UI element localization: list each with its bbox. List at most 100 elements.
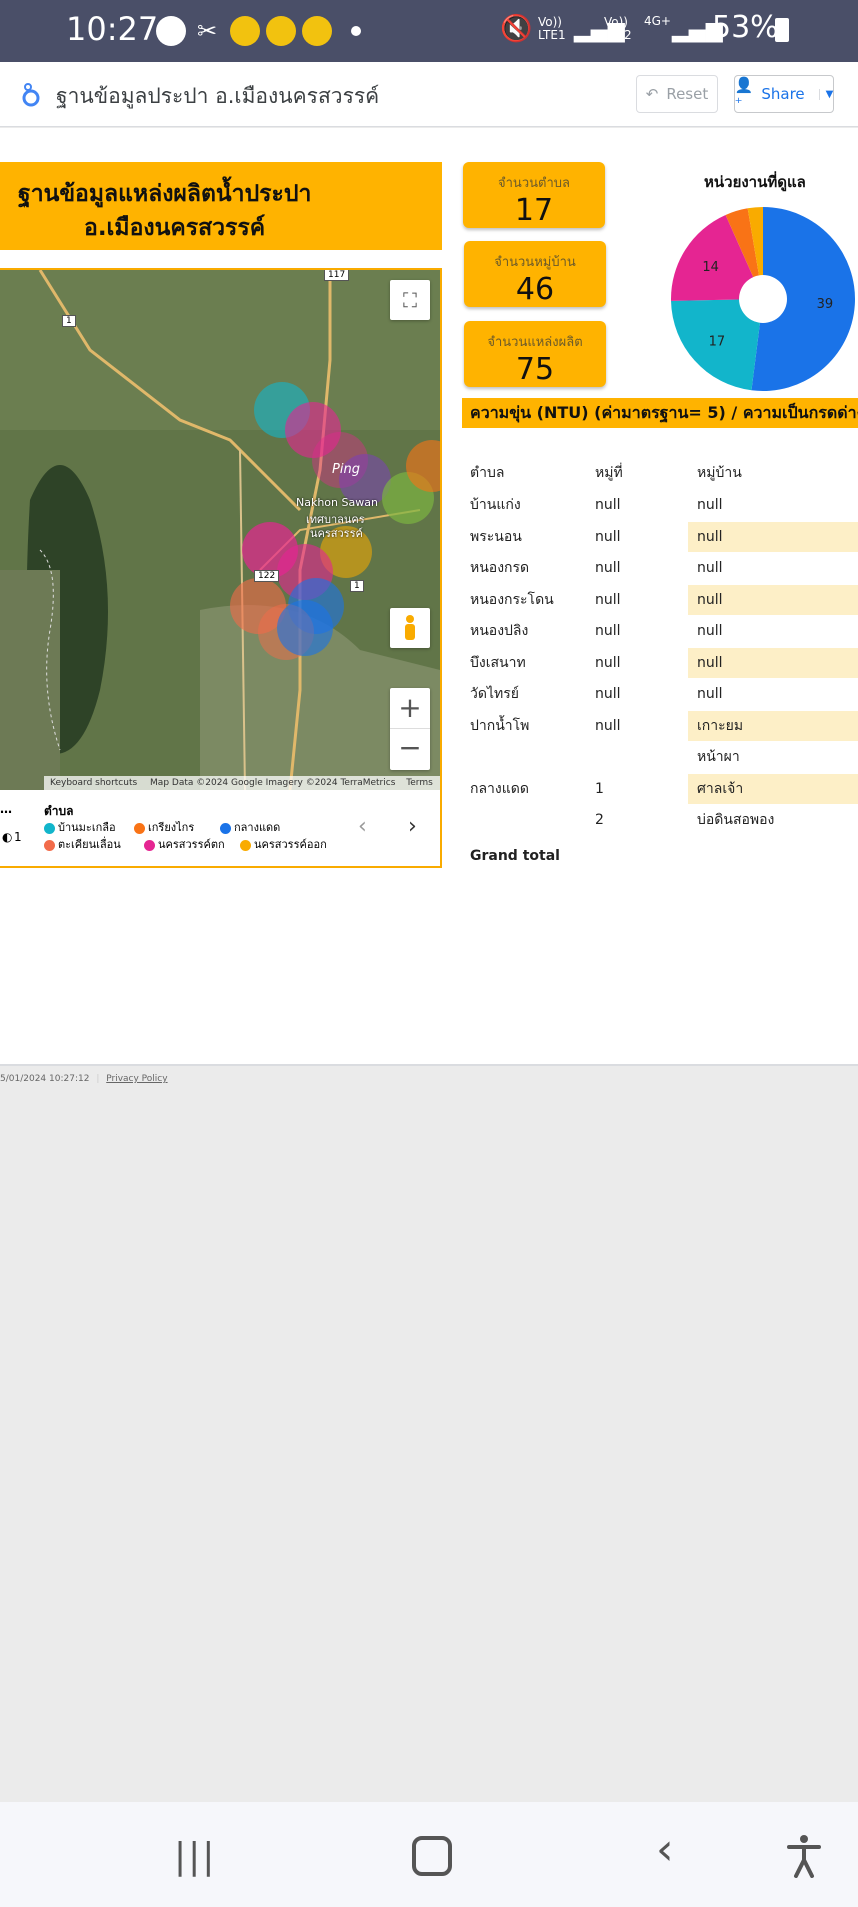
reset-button[interactable]: ↶ Reset	[636, 75, 718, 113]
table-cell: 2	[595, 812, 604, 828]
table-cell: null	[697, 528, 723, 545]
legend-swatch	[144, 839, 155, 851]
clock: 10:27	[66, 10, 159, 48]
satellite-map[interactable]: 117 1 1 122 Ping Nakhon Sawan เทศบาลนคร …	[0, 270, 440, 790]
app-header: ฐานข้อมูลประปา อ.เมืองนครสวรรค์ ↶ Reset …	[0, 62, 858, 127]
city-label: Nakhon Sawan	[296, 496, 378, 509]
legend-label: กลางแดด	[234, 821, 281, 834]
more-notifications-dot	[351, 26, 361, 36]
kpi-label: จำนวนตำบล	[498, 176, 570, 191]
table-cell: null	[697, 686, 723, 702]
krungsri-icon	[230, 16, 260, 46]
legend-truncated-title: …	[0, 802, 12, 816]
share-label: Share	[761, 85, 805, 103]
grand-total-label: Grand total	[470, 847, 560, 864]
agency-pie-chart[interactable]: 39 17 14	[668, 204, 858, 394]
last-updated: 5/01/2024 10:27:12	[0, 1074, 90, 1084]
legend-prev-icon[interactable]: ‹	[358, 814, 367, 839]
zoom-in-icon[interactable]: +	[390, 688, 430, 729]
map-terrain	[0, 270, 440, 790]
map-credits: Keyboard shortcuts Map Data ©2024 Google…	[44, 776, 440, 790]
legend-item[interactable]: บ้านมะเกลือ	[44, 818, 116, 836]
pie-hole	[739, 275, 787, 323]
legend-item[interactable]: นครสวรรค์ตก	[144, 835, 225, 853]
pie-data-label: 17	[709, 334, 726, 349]
legend-swatch	[44, 839, 55, 851]
report-canvas: ฐานข้อมูลแหล่งผลิตน้ำประปา อ.เมืองนครสวร…	[0, 128, 858, 1084]
table-cell: null	[595, 654, 621, 671]
kpi-tambon-count: จำนวนตำบล 17	[463, 162, 605, 228]
table-cell: ศาลเจ้า	[697, 780, 744, 797]
legend-swatch	[220, 822, 231, 834]
village-table[interactable]: ตำบล หมู่ที่ หมู่บ้าน บ้านแก่ง null null พร…	[462, 458, 858, 864]
legend-label: นครสวรรค์ตก	[158, 838, 225, 851]
share-button[interactable]: 👤⁺ Share ▼	[734, 75, 834, 113]
legend-swatch	[134, 822, 145, 834]
column-header[interactable]: หมู่บ้าน	[697, 458, 742, 488]
table-cell: กลางแดด	[470, 780, 529, 797]
sim1-label: Vo)) LTE1	[538, 15, 566, 42]
table-cell: บ่อดินสอพอง	[697, 812, 775, 828]
table-cell: null	[595, 623, 621, 639]
legend-label: นครสวรรค์ออก	[254, 838, 327, 851]
table-cell: null	[595, 686, 621, 702]
city-label-th: นครสวรรค์	[310, 527, 363, 540]
report-title: ฐานข้อมูลประปา อ.เมืองนครสวรรค์	[56, 84, 380, 108]
legend-next-icon[interactable]: ›	[408, 814, 417, 839]
accessibility-icon[interactable]	[786, 1834, 822, 1878]
legend-item[interactable]: เกรียงไกร	[134, 818, 194, 836]
home-icon[interactable]	[412, 1836, 452, 1876]
keyboard-shortcuts-link[interactable]: Keyboard shortcuts	[50, 778, 137, 788]
mute-icon: 🔇	[500, 14, 533, 44]
recent-apps-icon[interactable]: |||	[174, 1836, 216, 1877]
table-cell: null	[697, 623, 723, 639]
table-cell: บ้านแก่ง	[470, 497, 521, 513]
line-app-icon	[156, 16, 186, 46]
pegman-icon[interactable]	[390, 608, 430, 648]
heading-line-1: ฐานข้อมูลแหล่งผลิตน้ำประปา	[18, 181, 312, 207]
table-cell: หน้าผา	[697, 749, 740, 765]
undo-icon: ↶	[645, 85, 659, 103]
reset-label: Reset	[666, 85, 709, 103]
zoom-out-icon[interactable]: −	[390, 729, 430, 769]
table-cell: null	[595, 717, 621, 734]
kpi-value: 17	[514, 193, 554, 228]
legend-item[interactable]: นครสวรรค์ออก	[240, 835, 327, 853]
table-cell: เกาะยม	[697, 717, 744, 734]
heading-line-2: อ.เมืองนครสวรรค์	[84, 215, 266, 241]
table-cell: หนองกระโดน	[470, 591, 554, 608]
table-cell: ปากน้ำโพ	[470, 717, 530, 734]
table-cell: null	[595, 528, 621, 545]
river-label: Ping	[332, 462, 360, 477]
table-cell: null	[697, 560, 723, 576]
kpi-value: 75	[515, 352, 555, 387]
fullscreen-icon[interactable]: ⛶	[390, 280, 430, 320]
column-header[interactable]: หมู่ที่	[595, 458, 623, 488]
legend-item[interactable]: กลางแดด	[220, 818, 280, 836]
legend-label: บ้านมะเกลือ	[58, 821, 116, 834]
column-header[interactable]: ตำบล	[470, 458, 504, 488]
table-cell: หนองปลิง	[470, 623, 529, 639]
back-icon[interactable]: ‹	[656, 1824, 674, 1875]
legend-swatch	[44, 822, 55, 834]
legend-item[interactable]: ตะเคียนเลื่อน	[44, 835, 121, 853]
legend-label: ตะเคียนเลื่อน	[58, 838, 121, 851]
kpi-label: จำนวนหมู่บ้าน	[494, 255, 576, 270]
krungsri-icon	[266, 16, 296, 46]
kpi-label: จำนวนแหล่งผลิต	[487, 335, 583, 350]
table-cell: null	[595, 497, 621, 513]
table-cell: บึงเสนาท	[470, 654, 526, 671]
zoom-controls: + −	[390, 688, 430, 770]
chevron-down-icon[interactable]: ▼	[818, 88, 833, 100]
kpi-source-count: จำนวนแหล่งผลิต 75	[464, 321, 606, 387]
road-marker: 1	[62, 315, 76, 327]
map-data-attribution: Map Data ©2024 Google Imagery ©2024 Terr…	[150, 778, 396, 788]
add-person-icon: 👤⁺	[734, 76, 754, 112]
kpi-village-count: จำนวนหมู่บ้าน 46	[464, 241, 606, 307]
road-marker: 1	[350, 580, 364, 592]
table-cell: วัดไทรย์	[470, 686, 519, 702]
table-cell: หนองกรด	[470, 560, 530, 576]
privacy-policy-link[interactable]: Privacy Policy	[106, 1074, 167, 1084]
terms-link[interactable]: Terms	[406, 778, 433, 788]
legend-truncated-marker: ◐	[2, 830, 13, 844]
